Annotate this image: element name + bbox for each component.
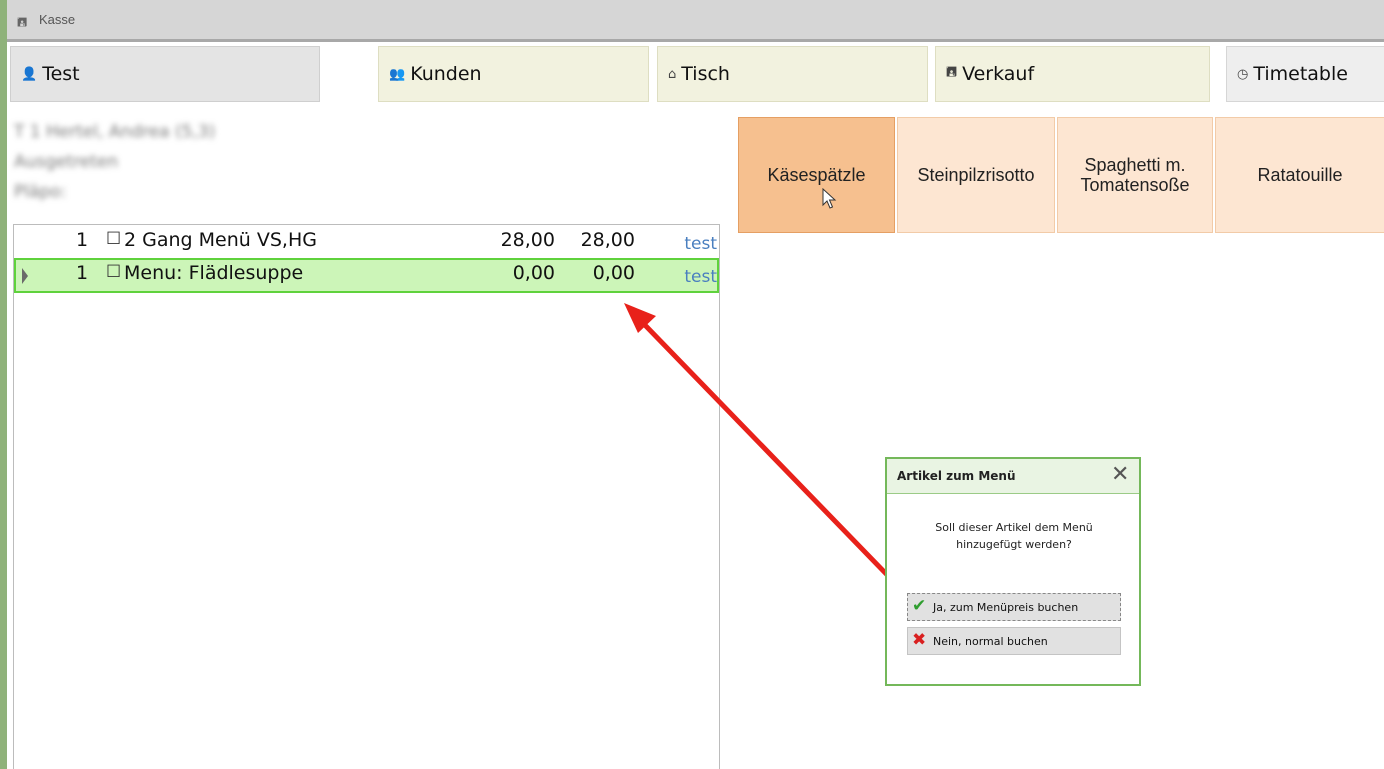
- window-left-border: [0, 0, 7, 769]
- tab-timetable-label: Timetable: [1253, 63, 1348, 85]
- order-name: Menu: Flädlesuppe: [124, 262, 304, 284]
- checkmark-icon: ✔: [912, 596, 927, 616]
- tab-timetable[interactable]: ◷ Timetable: [1226, 46, 1384, 102]
- cross-icon: ✖: [912, 630, 927, 650]
- close-icon[interactable]: ✕: [1111, 462, 1129, 487]
- order-list[interactable]: 1 ☐ 2 Gang Menü VS,HG 28,00 28,00 test 1…: [13, 224, 720, 769]
- item-kaesespaetzle-button[interactable]: Käsespätzle: [738, 117, 895, 233]
- order-tag[interactable]: test: [684, 234, 717, 254]
- item-label: Käsespätzle: [767, 164, 866, 185]
- tab-test-label: Test: [42, 63, 80, 85]
- checkbox-icon[interactable]: ☐: [106, 229, 121, 249]
- clock-icon: ◷: [1237, 66, 1249, 82]
- dialog-title: Artikel zum Menü: [897, 469, 1016, 483]
- guest-name: T 1 Hertel, Andrea (5,3): [14, 122, 216, 142]
- dialog-message: Soll dieser Artikel dem Menü hinzugefügt…: [901, 519, 1127, 553]
- item-label-line2: Tomatensoße: [1080, 175, 1190, 195]
- tab-tisch-label: Tisch: [681, 63, 730, 85]
- book-normal-label: Nein, normal buchen: [933, 635, 1048, 648]
- window-title: Kasse: [39, 12, 76, 27]
- title-bar: 🖪 Kasse: [7, 0, 1384, 42]
- tab-kunden[interactable]: 👥 Kunden: [378, 46, 649, 102]
- item-ratatouille-button[interactable]: Ratatouille: [1215, 117, 1384, 233]
- dialog-message-line1: Soll dieser Artikel dem Menü: [935, 521, 1093, 534]
- book-menu-price-button[interactable]: ✔ Ja, zum Menüpreis buchen: [907, 593, 1121, 621]
- order-qty: 1: [76, 229, 89, 251]
- tab-verkauf-label: Verkauf: [962, 63, 1035, 85]
- book-menu-price-label: Ja, zum Menüpreis buchen: [933, 601, 1079, 614]
- guest-status: Ausgetreten: [14, 152, 119, 172]
- guest-note: Pläpo:: [14, 182, 67, 202]
- tab-tisch[interactable]: ⌂ Tisch: [657, 46, 928, 102]
- dialog-message-line2: hinzugefügt werden?: [956, 538, 1072, 551]
- tab-kunden-label: Kunden: [410, 63, 482, 85]
- order-row-selected[interactable]: 1 ☐ Menu: Flädlesuppe 0,00 0,00 test: [14, 258, 719, 293]
- dialog-header: Artikel zum Menü ✕: [887, 459, 1139, 494]
- menu-article-dialog[interactable]: Artikel zum Menü ✕ Soll dieser Artikel d…: [885, 457, 1141, 686]
- user-icon: 👤: [21, 66, 38, 82]
- item-label: Steinpilzrisotto: [917, 164, 1035, 185]
- register-icon: 🖪: [946, 65, 958, 80]
- order-tag[interactable]: test: [684, 267, 717, 287]
- order-name: 2 Gang Menü VS,HG: [124, 229, 317, 251]
- order-price: 0,00: [512, 262, 555, 284]
- book-normal-button[interactable]: ✖ Nein, normal buchen: [907, 627, 1121, 655]
- order-total: 0,00: [592, 262, 635, 284]
- tab-verkauf[interactable]: 🖪 Verkauf: [935, 46, 1210, 102]
- order-row[interactable]: 1 ☐ 2 Gang Menü VS,HG 28,00 28,00 test: [14, 225, 719, 260]
- checkbox-icon[interactable]: ☐: [106, 262, 121, 282]
- customers-icon: 👥: [389, 66, 406, 82]
- home-icon: ⌂: [668, 66, 677, 82]
- item-label-line1: Spaghetti m.: [1084, 155, 1186, 175]
- tab-test[interactable]: 👤 Test: [10, 46, 320, 102]
- item-label: Ratatouille: [1257, 164, 1343, 185]
- order-price: 28,00: [500, 229, 555, 251]
- mouse-pointer-icon: [822, 188, 837, 209]
- order-total: 28,00: [580, 229, 635, 251]
- item-steinpilzrisotto-button[interactable]: Steinpilzrisotto: [897, 117, 1055, 233]
- row-marker-icon: [22, 268, 28, 284]
- order-qty: 1: [76, 262, 89, 284]
- register-icon: 🖪: [17, 15, 28, 29]
- item-spaghetti-button[interactable]: Spaghetti m. Tomatensoße: [1057, 117, 1213, 233]
